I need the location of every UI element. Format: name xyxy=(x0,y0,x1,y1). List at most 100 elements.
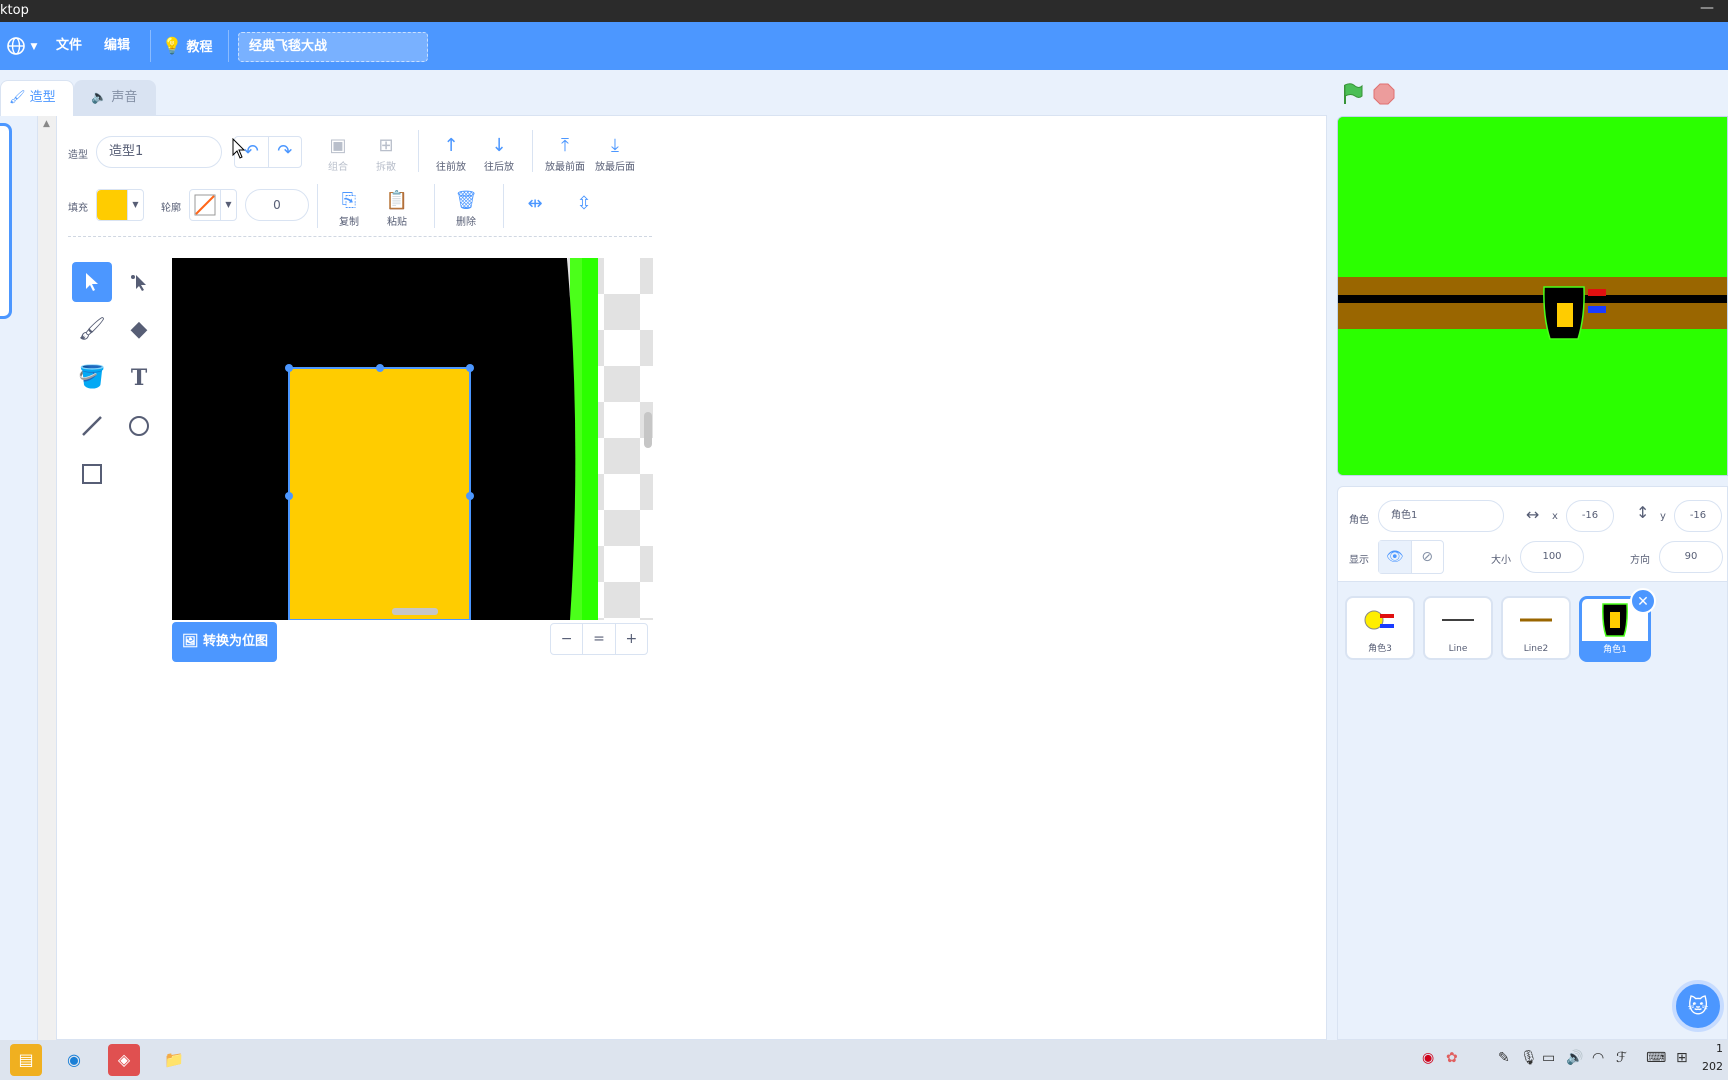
tray-network-icon[interactable]: ℱ xyxy=(1616,1050,1627,1066)
clock-date[interactable]: 202 xyxy=(1702,1060,1723,1073)
window-title: ktop xyxy=(0,3,29,18)
arrow-up-icon: ↑ xyxy=(443,135,459,156)
flip-vertical-button[interactable]: ⇳ xyxy=(559,192,609,216)
outline-width-input[interactable]: 0 xyxy=(245,189,309,221)
tab-costumes[interactable]: 🖌 造型 xyxy=(0,80,74,116)
paint-bucket-icon: 🪣 xyxy=(78,365,106,390)
back-button[interactable]: ⤓ 放最后面 xyxy=(590,134,640,173)
stage-canvas[interactable] xyxy=(1337,116,1728,476)
direction-input[interactable]: 90 xyxy=(1659,541,1723,573)
tray-wifi-icon[interactable]: ◠ xyxy=(1592,1050,1604,1066)
front-button[interactable]: ⤒ 放最前面 xyxy=(540,134,590,173)
tray-battery-icon[interactable]: ▭ xyxy=(1542,1050,1555,1066)
rectangle-tool[interactable] xyxy=(72,454,112,494)
canvas-vertical-scrollbar[interactable] xyxy=(644,412,652,448)
copy-button[interactable]: ⎘ 复制 xyxy=(324,189,374,228)
text-icon: T xyxy=(130,365,148,391)
tray-microphone-icon[interactable]: 🎙 xyxy=(1520,1050,1538,1066)
forward-button[interactable]: ↑ 往前放 xyxy=(426,134,476,173)
tray-pen-icon[interactable]: ✎ xyxy=(1498,1050,1510,1066)
tab-sounds[interactable]: 🔈 声音 xyxy=(74,80,156,116)
trash-icon: 🗑 xyxy=(454,190,478,211)
chevron-down-icon: ▼ xyxy=(220,190,236,220)
mouse-cursor-icon xyxy=(232,138,246,159)
zoom-in-icon[interactable]: + xyxy=(614,624,647,654)
paint-canvas[interactable] xyxy=(172,258,653,620)
costume-list: ▲ xyxy=(0,115,56,1040)
costume-drawing[interactable] xyxy=(172,258,653,620)
eye-hidden-icon[interactable]: ⊘ xyxy=(1410,541,1444,573)
y-input[interactable]: -16 xyxy=(1674,500,1722,532)
taskbar-coding-app-icon[interactable]: ◈ xyxy=(108,1044,140,1076)
brush-tool[interactable]: 🖌 xyxy=(72,310,112,350)
ungroup-button[interactable]: ⊞ 拆散 xyxy=(361,134,411,173)
costume-name-input[interactable]: 造型1 xyxy=(96,136,222,168)
tray-input-method-icon[interactable]: ⊞ xyxy=(1676,1050,1688,1066)
scroll-up-arrow-icon[interactable]: ▲ xyxy=(43,119,50,129)
tutorial-menu[interactable]: 💡 教程 xyxy=(162,22,212,70)
taskbar-app-notes-icon[interactable]: ▤ xyxy=(10,1044,42,1076)
y-label: y xyxy=(1660,511,1666,522)
sprite-tile[interactable]: Line2 xyxy=(1501,596,1571,660)
language-menu[interactable]: ▼ xyxy=(6,22,37,70)
redo-icon[interactable]: ↷ xyxy=(267,137,302,167)
chevron-down-icon: ▼ xyxy=(127,190,143,220)
edit-menu[interactable]: 编辑 xyxy=(104,22,130,70)
arrow-down-icon: ↓ xyxy=(491,135,507,156)
x-input[interactable]: -16 xyxy=(1566,500,1614,532)
delete-button[interactable]: 🗑 删除 xyxy=(441,189,491,228)
select-tool[interactable] xyxy=(72,262,112,302)
add-sprite-button[interactable]: 🐱 xyxy=(1672,980,1724,1032)
paste-button[interactable]: 📋 粘贴 xyxy=(372,189,422,228)
speaker-icon: 🔈 xyxy=(91,90,108,105)
tray-keyboard-icon[interactable]: ⌨ xyxy=(1646,1050,1666,1066)
stop-icon[interactable] xyxy=(1372,82,1396,106)
zoom-out-icon[interactable]: − xyxy=(551,624,582,654)
ungroup-label: 拆散 xyxy=(376,162,396,173)
convert-to-bitmap-button[interactable]: 🖼 转换为位图 xyxy=(172,622,277,662)
costume-name-label: 造型 xyxy=(68,150,88,161)
zoom-controls: − = + xyxy=(550,623,648,655)
fill-tool[interactable]: 🪣 xyxy=(72,358,112,398)
reshape-tool[interactable] xyxy=(119,262,159,302)
fill-color-picker[interactable]: ▼ xyxy=(96,189,144,221)
size-input[interactable]: 100 xyxy=(1520,541,1584,573)
toolbar-separator xyxy=(68,236,652,237)
tray-antivirus-icon[interactable]: ◉ xyxy=(1422,1050,1434,1066)
tray-app-icon[interactable]: ✿ xyxy=(1446,1050,1458,1066)
costume-list-scrollbar[interactable] xyxy=(38,115,56,1040)
chevron-down-icon: ▼ xyxy=(30,42,38,52)
eye-icon[interactable]: 👁 xyxy=(1379,541,1411,573)
sprite-name-input[interactable]: 角色1 xyxy=(1378,500,1504,532)
delete-sprite-button[interactable]: ✕ xyxy=(1630,588,1656,614)
eraser-tool[interactable]: ◆ xyxy=(119,310,159,350)
flip-horizontal-button[interactable]: ⇹ xyxy=(510,192,560,216)
flip-vertical-icon: ⇳ xyxy=(576,193,592,214)
outline-color-picker[interactable]: ▼ xyxy=(189,189,237,221)
brush-icon: 🖌 xyxy=(9,90,26,105)
size-label: 大小 xyxy=(1491,555,1511,566)
taskbar-edge-browser-icon[interactable]: ◉ xyxy=(58,1044,90,1076)
backward-button[interactable]: ↓ 往后放 xyxy=(474,134,524,173)
eraser-icon: ◆ xyxy=(130,317,148,342)
minimize-button[interactable]: — xyxy=(1700,0,1714,16)
rectangle-icon xyxy=(82,464,102,484)
fill-color-swatch xyxy=(97,190,127,220)
circle-tool[interactable] xyxy=(119,406,159,446)
sprite-tile[interactable]: Line xyxy=(1423,596,1493,660)
file-menu[interactable]: 文件 xyxy=(56,22,82,70)
clock-time[interactable]: 1 xyxy=(1716,1042,1723,1055)
green-flag-icon[interactable] xyxy=(1341,82,1365,106)
project-title-input[interactable]: 经典飞毯大战 xyxy=(238,32,428,62)
group-button[interactable]: ▣ 组合 xyxy=(313,134,363,173)
sprite-tile[interactable]: 角色3 xyxy=(1345,596,1415,660)
text-tool[interactable]: T xyxy=(119,358,159,398)
zoom-reset-icon[interactable]: = xyxy=(582,624,614,654)
tray-volume-icon[interactable]: 🔊 xyxy=(1566,1050,1583,1066)
sprite-name: 角色1 xyxy=(1582,641,1648,659)
toolbar-divider xyxy=(503,184,504,228)
line-tool[interactable] xyxy=(72,406,112,446)
taskbar-file-explorer-icon[interactable]: 📁 xyxy=(158,1044,190,1076)
arrow-cursor-icon xyxy=(86,273,98,291)
costume-tile-selected[interactable] xyxy=(0,123,12,319)
